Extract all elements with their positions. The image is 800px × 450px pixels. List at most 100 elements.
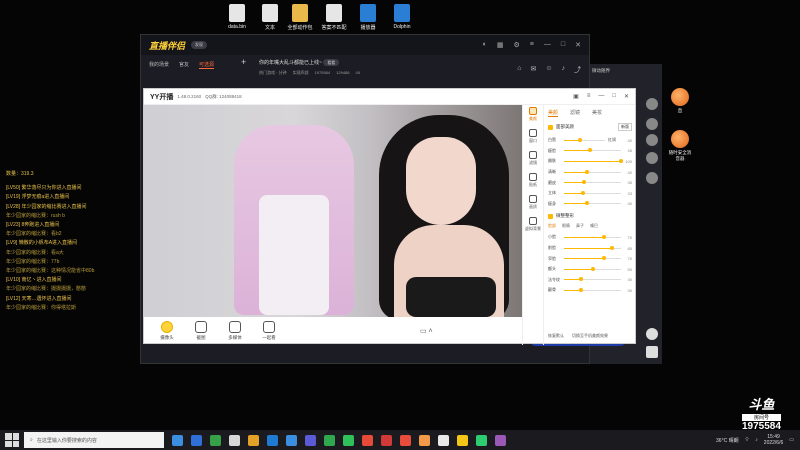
beauty-tab[interactable]: 美颜 bbox=[548, 109, 559, 117]
slider-knob[interactable] bbox=[578, 137, 583, 142]
tool-3[interactable]: 一起看 bbox=[258, 321, 280, 341]
taskbar-app-icon[interactable] bbox=[248, 434, 259, 446]
volume-icon[interactable]: ♪ bbox=[755, 437, 758, 443]
reshape-checkbox[interactable] bbox=[548, 213, 553, 219]
app-badge[interactable]: 发现 bbox=[191, 41, 208, 49]
beauty-slider[interactable]: 小脸 70 bbox=[548, 232, 632, 243]
slider-knob[interactable] bbox=[601, 256, 606, 261]
taskbar-app-icon[interactable] bbox=[419, 434, 430, 446]
minimize-icon[interactable]: — bbox=[598, 93, 604, 100]
app-icon[interactable] bbox=[646, 172, 658, 184]
clock[interactable]: 15:49 2022/6/6 bbox=[764, 434, 783, 446]
effect-tab[interactable]: 窗口 bbox=[523, 127, 543, 149]
wifi-icon[interactable]: ⌔ bbox=[745, 437, 750, 443]
beauty-slider[interactable]: 磨皮 35 bbox=[548, 177, 632, 188]
beauty-version-select[interactable]: 新版 bbox=[618, 123, 632, 131]
taskbar-app-icon[interactable] bbox=[476, 434, 487, 446]
effect-tab[interactable]: 美颜 bbox=[523, 105, 543, 127]
reset-default-link[interactable]: 恢复默认 bbox=[548, 333, 564, 339]
maximize-icon[interactable]: □ bbox=[612, 93, 616, 100]
effect-tab[interactable]: 画质 bbox=[523, 193, 543, 215]
beauty-tab[interactable]: 美妆 bbox=[592, 109, 602, 117]
slider-track[interactable] bbox=[564, 190, 621, 195]
beauty-slider[interactable]: 颧骨 30 bbox=[548, 285, 632, 296]
slider-knob[interactable] bbox=[581, 180, 586, 185]
room-tag[interactable]: 看看 bbox=[323, 59, 340, 66]
slider-track[interactable] bbox=[564, 287, 621, 292]
chat-icon[interactable] bbox=[646, 346, 658, 358]
tool-1[interactable]: 截图 bbox=[190, 321, 212, 341]
slider-track[interactable] bbox=[564, 169, 621, 174]
add-scene-icon[interactable]: + bbox=[241, 57, 246, 67]
app-icon[interactable] bbox=[646, 152, 658, 164]
taskbar-app-icon[interactable] bbox=[343, 434, 354, 446]
taskbar-app-icon[interactable] bbox=[191, 434, 202, 446]
slider-track[interactable] bbox=[564, 245, 621, 250]
scene-tab[interactable]: 我的场景 bbox=[149, 61, 169, 69]
slider-track[interactable] bbox=[564, 234, 621, 239]
slider-knob[interactable] bbox=[590, 266, 595, 271]
skin-icon[interactable]: ◐ bbox=[483, 41, 487, 49]
maximize-icon[interactable]: □ bbox=[561, 41, 565, 49]
slider-knob[interactable] bbox=[584, 201, 589, 206]
taskbar-app-icon[interactable] bbox=[267, 434, 278, 446]
scene-tab[interactable]: 官友 bbox=[179, 61, 189, 69]
mobile-beauty-link[interactable]: 切换至手机美颜效果 bbox=[572, 333, 608, 339]
reshape-subtab[interactable]: 嘴巴 bbox=[590, 223, 598, 229]
slider-knob[interactable] bbox=[579, 277, 584, 282]
slider-knob[interactable] bbox=[619, 158, 623, 163]
beauty-slider[interactable]: 法令纹 30 bbox=[548, 275, 632, 286]
beauty-slider[interactable]: 削脸 85 bbox=[548, 243, 632, 254]
grid-icon[interactable]: ▦ bbox=[497, 41, 504, 49]
effect-tab[interactable]: 虚拟背景 bbox=[523, 215, 543, 237]
slider-track[interactable] bbox=[564, 277, 621, 282]
weather-info[interactable]: 36°C 晴朗 bbox=[716, 437, 739, 444]
notification-icon[interactable]: ▣ bbox=[573, 93, 579, 100]
effect-tab[interactable]: 贴纸 bbox=[523, 171, 543, 193]
settings-icon[interactable]: ⚙ bbox=[514, 41, 520, 49]
taskbar-app-icon[interactable] bbox=[400, 434, 411, 446]
taskbar-app-icon[interactable] bbox=[172, 434, 183, 446]
users-icon[interactable]: ☺ bbox=[545, 65, 552, 75]
taskbar-search[interactable]: ⌕ 在这里输入你要搜索的内容 bbox=[24, 432, 164, 448]
menu-icon[interactable]: ≡ bbox=[587, 93, 591, 100]
face-beauty-checkbox[interactable] bbox=[548, 124, 553, 130]
desktop-shortcut[interactable]: 随时安全消音器 bbox=[668, 130, 692, 162]
slider-knob[interactable] bbox=[580, 190, 585, 195]
slider-track[interactable] bbox=[564, 201, 621, 206]
taskbar-app-icon[interactable] bbox=[438, 434, 449, 446]
beauty-slider[interactable]: 立体 33 bbox=[548, 188, 632, 199]
effect-tab[interactable]: 滤镜 bbox=[523, 149, 543, 171]
reshape-subtab[interactable]: 脸部 bbox=[548, 223, 556, 229]
slider-knob[interactable] bbox=[584, 169, 589, 174]
reshape-subtab[interactable]: 鼻子 bbox=[576, 223, 584, 229]
taskbar-app-icon[interactable] bbox=[324, 434, 335, 446]
slider-track[interactable] bbox=[564, 256, 621, 261]
app-icon[interactable] bbox=[646, 134, 658, 146]
share-icon[interactable]: ⤴ bbox=[574, 65, 581, 75]
close-icon[interactable]: ✕ bbox=[575, 41, 581, 49]
scene-tab[interactable]: 可选源 bbox=[199, 61, 215, 69]
taskbar-app-icon[interactable] bbox=[286, 434, 297, 446]
slider-track[interactable] bbox=[564, 180, 621, 185]
tool-2[interactable]: 多媒体 bbox=[224, 321, 246, 341]
beauty-slider[interactable]: 嫩肤 100 bbox=[548, 156, 632, 167]
beauty-slider[interactable]: 清晰 40 bbox=[548, 167, 632, 178]
minimize-icon[interactable]: — bbox=[544, 41, 551, 49]
slider-track[interactable] bbox=[564, 137, 605, 142]
beauty-slider[interactable]: 瘦脸 45 bbox=[548, 146, 632, 157]
reshape-subtab[interactable]: 眼睛 bbox=[562, 223, 570, 229]
taskbar-app-icon[interactable] bbox=[362, 434, 373, 446]
desktop-shortcut[interactable]: Dolphin bbox=[380, 4, 424, 30]
app-icon[interactable] bbox=[646, 118, 658, 130]
menu-icon[interactable]: ≡ bbox=[530, 41, 534, 49]
slider-knob[interactable] bbox=[579, 287, 584, 292]
taskbar-app-icon[interactable] bbox=[210, 434, 221, 446]
slider-knob[interactable] bbox=[610, 245, 615, 250]
mail-icon[interactable]: ✉ bbox=[530, 65, 536, 75]
taskbar-app-icon[interactable] bbox=[381, 434, 392, 446]
beauty-tab[interactable]: 滤镜 bbox=[570, 109, 580, 117]
bell-icon[interactable]: ♪ bbox=[562, 65, 566, 75]
refresh-icon[interactable] bbox=[646, 328, 658, 340]
slider-track[interactable] bbox=[564, 158, 623, 163]
